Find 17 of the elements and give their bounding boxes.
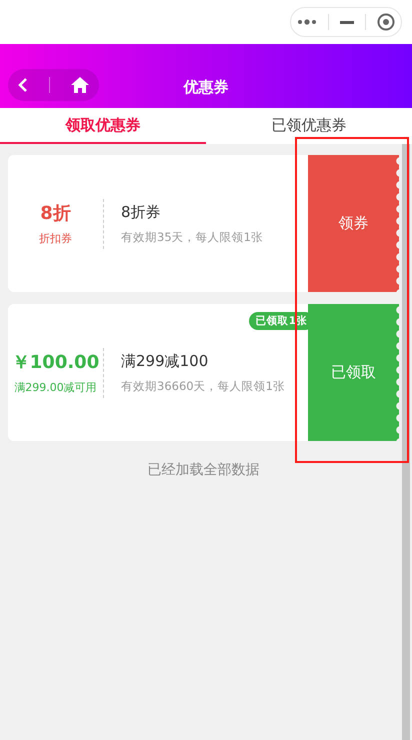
coupon-description: 有效期35天，每人限领1张	[121, 230, 263, 244]
coupon-condition: 折扣券	[39, 231, 72, 246]
coupon-value: 8折	[40, 202, 71, 225]
coupon-condition: 满299.00减可用	[14, 380, 97, 395]
coupon-description: 有效期36660天，每人限领1张	[121, 378, 285, 394]
more-icon[interactable]	[296, 19, 317, 25]
page-title: 优惠券	[184, 78, 228, 96]
claim-button[interactable]: 已领取	[308, 304, 399, 441]
load-status: 已经加载全部数据	[146, 461, 260, 479]
claim-button[interactable]: 领券	[308, 155, 399, 292]
target-icon[interactable]	[377, 13, 396, 31]
coupon-title: 8折券	[121, 202, 162, 222]
coupon-title: 满299减100	[121, 352, 210, 370]
back-icon[interactable]	[18, 77, 28, 93]
home-icon[interactable]	[70, 77, 89, 93]
coupon-value: ￥100.00	[12, 351, 100, 374]
minimize-icon[interactable]	[340, 20, 354, 24]
